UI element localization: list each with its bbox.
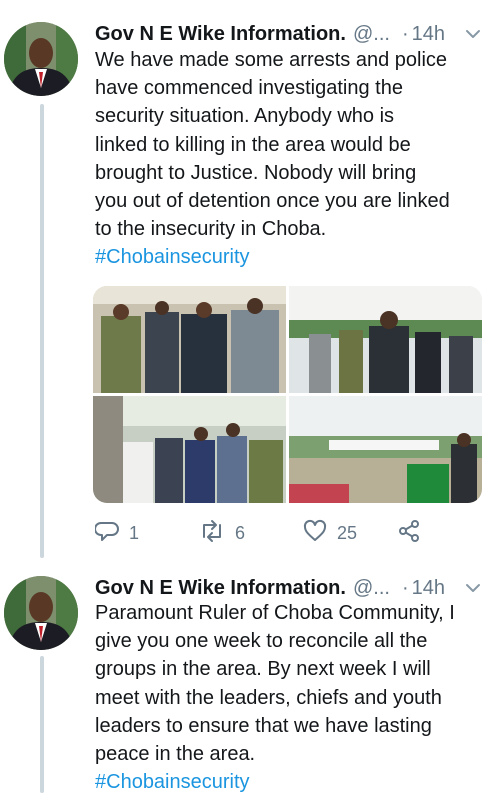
reply-count: 1 bbox=[129, 522, 140, 543]
like-button[interactable]: 25 bbox=[303, 519, 357, 548]
chevron-down-icon[interactable] bbox=[462, 23, 484, 45]
tweet-line: groups in the area. By next week I will bbox=[95, 658, 431, 681]
separator: · bbox=[401, 22, 409, 45]
tweet-line: peace in the area. bbox=[95, 743, 256, 766]
tweet-line: have commenced investigating the bbox=[95, 77, 403, 100]
tweet-line: you out of detention once you are linked bbox=[95, 190, 450, 213]
photo-1[interactable] bbox=[93, 286, 286, 393]
thread-line-continuation bbox=[40, 656, 44, 793]
share-button[interactable] bbox=[397, 519, 421, 548]
like-count: 25 bbox=[337, 522, 358, 543]
tweet-line: linked to killing in the area would be bbox=[95, 133, 411, 156]
photo-2[interactable] bbox=[289, 286, 482, 393]
photo-4[interactable] bbox=[289, 396, 482, 503]
avatar[interactable] bbox=[4, 22, 78, 96]
display-name[interactable]: Gov N E Wike Information. bbox=[95, 23, 346, 46]
reply-button[interactable]: 1 bbox=[94, 519, 140, 548]
handle[interactable]: @... bbox=[353, 23, 390, 46]
tweet-body: We have made some arrests and police hav… bbox=[95, 46, 490, 272]
separator: · bbox=[401, 576, 409, 599]
display-name[interactable]: Gov N E Wike Information. bbox=[95, 577, 346, 600]
avatar[interactable] bbox=[4, 576, 78, 650]
tweet-line: leaders to ensure that we have lasting bbox=[95, 714, 432, 737]
thread-line bbox=[40, 104, 44, 558]
tweet-header: Gov N E Wike Information. @... · 14h bbox=[95, 19, 488, 49]
tweet-body: Paramount Ruler of Choba Community, I gi… bbox=[95, 599, 490, 793]
heart-icon bbox=[303, 519, 327, 548]
tweet-line: brought to Justice. Nobody will bring bbox=[95, 161, 417, 184]
tweet-line: security situation. Anybody who is bbox=[95, 105, 395, 128]
tweet-line: We have made some arrests and police bbox=[95, 49, 448, 71]
reply-icon bbox=[94, 519, 119, 548]
retweet-count: 6 bbox=[235, 522, 246, 543]
retweet-icon bbox=[199, 519, 225, 548]
tweet-line: give you one week to reconcile all the bbox=[95, 630, 428, 653]
timestamp[interactable]: 14h bbox=[412, 577, 445, 600]
tweet-line: Paramount Ruler of Choba Community, I bbox=[95, 602, 455, 624]
tweet-line: to the insecurity in Choba. bbox=[95, 218, 327, 241]
tweet-line: meet with the leaders, chiefs and youth bbox=[95, 686, 442, 709]
hashtag-link[interactable]: #Chobainsecurity bbox=[95, 243, 490, 271]
handle[interactable]: @... bbox=[353, 577, 390, 600]
timestamp[interactable]: 14h bbox=[412, 23, 445, 46]
hashtag-link[interactable]: #Chobainsecurity bbox=[95, 768, 490, 793]
retweet-button[interactable]: 6 bbox=[199, 519, 245, 548]
tweet-actions: 1 6 25 bbox=[94, 518, 435, 548]
share-icon bbox=[397, 519, 421, 548]
photo-3[interactable] bbox=[93, 396, 286, 503]
photo-grid bbox=[93, 286, 482, 503]
chevron-down-icon[interactable] bbox=[462, 577, 484, 599]
